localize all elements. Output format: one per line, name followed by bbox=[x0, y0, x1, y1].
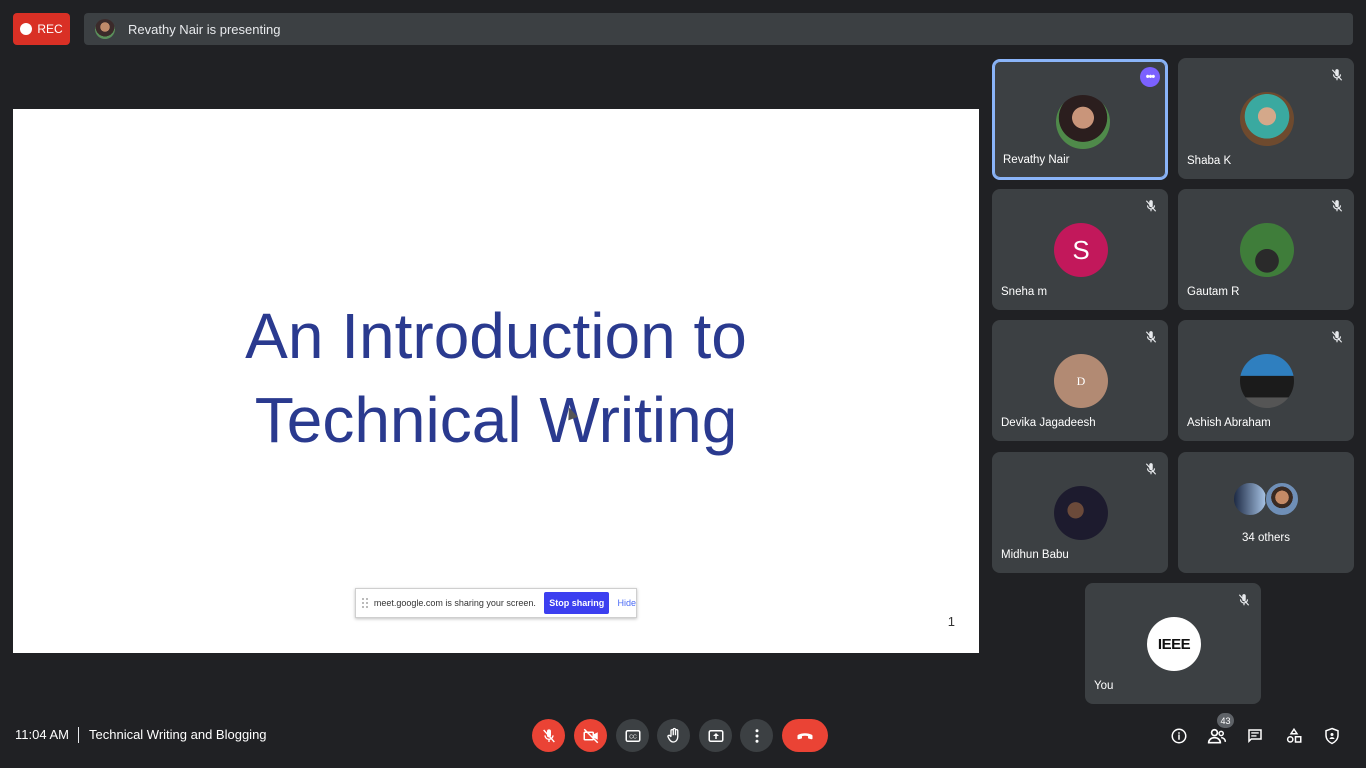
avatar bbox=[1265, 482, 1299, 516]
avatar bbox=[1054, 486, 1108, 540]
info-icon bbox=[1171, 728, 1187, 744]
slide-title-line-1: An Introduction to bbox=[245, 300, 747, 372]
host-controls-button[interactable] bbox=[1321, 725, 1343, 747]
participant-name: Revathy Nair bbox=[1003, 154, 1070, 166]
participant-name: Midhun Babu bbox=[1001, 549, 1069, 561]
meeting-details-button[interactable] bbox=[1168, 725, 1190, 747]
others-avatars bbox=[1233, 482, 1299, 516]
leave-call-button[interactable] bbox=[782, 719, 828, 752]
divider bbox=[78, 727, 79, 743]
slide-title: An Introduction to Technical Writing bbox=[13, 294, 979, 462]
more-options-icon bbox=[755, 728, 758, 743]
self-tile[interactable]: IEEE You bbox=[1085, 583, 1261, 704]
presenter-avatar bbox=[95, 19, 115, 39]
camera-off-icon bbox=[583, 728, 598, 743]
host-controls-icon bbox=[1325, 727, 1339, 745]
chat-button[interactable] bbox=[1244, 725, 1266, 747]
slide-title-line-2: Technical Writing bbox=[254, 384, 738, 456]
mic-off-icon bbox=[1331, 69, 1343, 81]
raise-hand-button[interactable] bbox=[657, 719, 690, 752]
drag-handle-icon[interactable] bbox=[362, 598, 368, 608]
captions-icon: CC bbox=[625, 729, 640, 742]
mic-off-icon bbox=[1145, 463, 1157, 475]
avatar: S bbox=[1054, 223, 1108, 277]
participant-tile-ashish[interactable]: Ashish Abraham bbox=[1178, 320, 1354, 441]
avatar bbox=[1240, 223, 1294, 277]
captions-button[interactable]: CC bbox=[616, 719, 649, 752]
screen-share-notice: meet.google.com is sharing your screen. … bbox=[355, 588, 637, 618]
rec-label: REC bbox=[37, 22, 63, 36]
end-call-icon bbox=[797, 732, 813, 739]
activities-button[interactable] bbox=[1283, 725, 1305, 747]
participant-tile-midhun[interactable]: Midhun Babu bbox=[992, 452, 1168, 573]
ieee-logo: IEEE bbox=[1147, 617, 1201, 671]
record-dot-icon bbox=[20, 23, 33, 35]
mic-off-icon bbox=[1331, 200, 1343, 212]
participant-name: You bbox=[1094, 680, 1114, 692]
people-button[interactable] bbox=[1206, 725, 1228, 747]
presenting-text: Revathy Nair is presenting bbox=[128, 21, 281, 37]
activities-icon bbox=[1286, 727, 1302, 743]
share-notice-text: meet.google.com is sharing your screen. bbox=[373, 598, 536, 608]
mic-off-icon bbox=[1238, 594, 1250, 606]
avatar: D bbox=[1054, 354, 1108, 408]
present-icon bbox=[708, 729, 723, 742]
stop-sharing-button[interactable]: Stop sharing bbox=[543, 592, 610, 614]
mic-off-icon bbox=[1145, 331, 1157, 343]
recording-indicator[interactable]: REC bbox=[13, 13, 70, 45]
participant-name: Ashish Abraham bbox=[1187, 417, 1271, 429]
participant-tile-gautam[interactable]: Gautam R bbox=[1178, 189, 1354, 310]
participant-tile-shaba[interactable]: Shaba K bbox=[1178, 58, 1354, 179]
avatar bbox=[1233, 482, 1267, 516]
participant-tile-revathy[interactable]: ••• Revathy Nair bbox=[992, 59, 1168, 180]
hide-link[interactable]: Hide bbox=[617, 598, 636, 608]
logo-text: IEEE bbox=[1157, 635, 1191, 653]
avatar-letter: S bbox=[1072, 234, 1090, 265]
meet-window: REC Revathy Nair is presenting An Introd… bbox=[0, 0, 1366, 768]
avatar bbox=[1240, 354, 1294, 408]
participant-tile-devika[interactable]: D Devika Jagadeesh bbox=[992, 320, 1168, 441]
avatar-letter: D bbox=[1076, 373, 1086, 388]
mic-off-icon bbox=[1331, 331, 1343, 343]
shared-screen: An Introduction to Technical Writing mee… bbox=[13, 109, 979, 653]
people-count-badge: 43 bbox=[1217, 713, 1234, 728]
more-options-button[interactable] bbox=[740, 719, 773, 752]
mic-off-icon bbox=[542, 728, 555, 742]
meeting-title: Technical Writing and Blogging bbox=[89, 727, 267, 742]
more-options-icon[interactable]: ••• bbox=[1140, 67, 1160, 87]
participant-name: Gautam R bbox=[1187, 286, 1240, 298]
present-screen-button[interactable] bbox=[699, 719, 732, 752]
participant-tile-sneha[interactable]: S Sneha m bbox=[992, 189, 1168, 310]
raise-hand-icon bbox=[666, 727, 678, 743]
svg-text:CC: CC bbox=[629, 734, 637, 740]
participant-name: Shaba K bbox=[1187, 155, 1232, 167]
chat-icon bbox=[1248, 729, 1262, 744]
others-tile[interactable]: 34 others bbox=[1178, 452, 1354, 573]
avatar bbox=[1056, 95, 1110, 149]
mic-off-icon bbox=[1145, 200, 1157, 212]
participant-name: Devika Jagadeesh bbox=[1001, 417, 1096, 429]
presenting-banner: Revathy Nair is presenting bbox=[84, 13, 1353, 45]
clock: 11:04 AM bbox=[15, 727, 69, 742]
others-count-label: 34 others bbox=[1242, 532, 1290, 544]
mic-toggle-button[interactable] bbox=[532, 719, 565, 752]
people-icon bbox=[1207, 728, 1227, 744]
participant-name: Sneha m bbox=[1001, 286, 1048, 298]
camera-toggle-button[interactable] bbox=[574, 719, 607, 752]
avatar bbox=[1240, 92, 1294, 146]
slide-page-number: 1 bbox=[947, 614, 955, 629]
